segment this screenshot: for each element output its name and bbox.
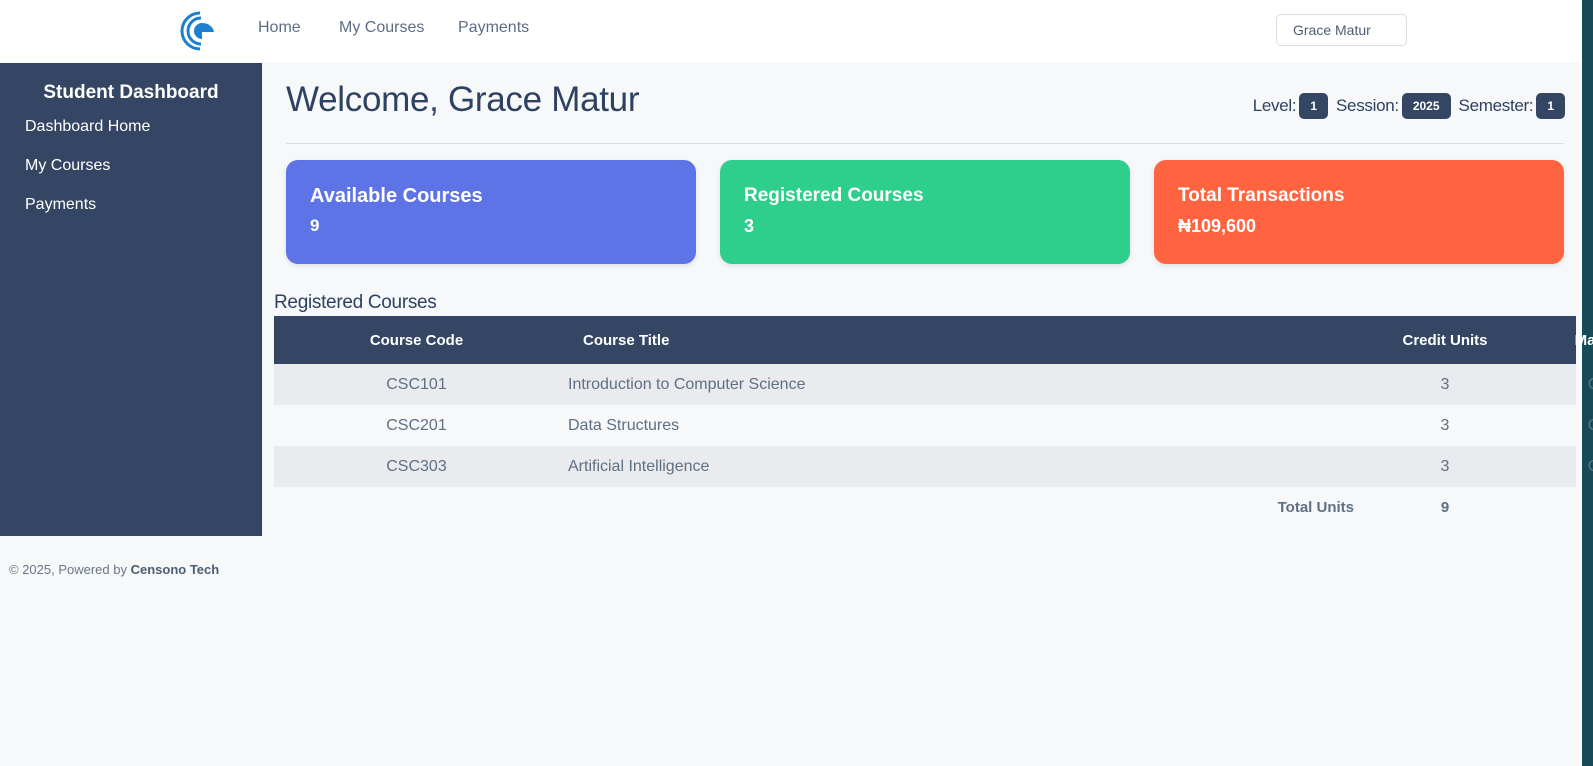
table-row: CSC303 Artificial Intelligence 3 Core bbox=[274, 446, 1593, 487]
footer-copyright: © 2025, Powered by bbox=[9, 562, 127, 577]
column-header-mandate: Mandate bbox=[1574, 331, 1593, 349]
page-title: Welcome, Grace Matur bbox=[286, 80, 640, 119]
brand-logo-icon[interactable] bbox=[178, 10, 218, 52]
total-units-value: 9 bbox=[1440, 499, 1450, 516]
sidebar: Student Dashboard Dashboard Home My Cour… bbox=[0, 63, 262, 536]
column-header-credit-units: Credit Units bbox=[1402, 331, 1488, 349]
table-row: CSC201 Data Structures 3 Core bbox=[274, 405, 1593, 446]
level-badge: 1 bbox=[1299, 93, 1329, 119]
available-courses-card: Available Courses 9 bbox=[286, 160, 696, 264]
section-title: Registered Courses bbox=[274, 292, 437, 313]
academic-info: Level: 1 Session: 2025 Semester: 1 bbox=[1253, 93, 1565, 119]
mandate-cell: Core bbox=[1526, 405, 1593, 446]
semester-badge: 1 bbox=[1536, 93, 1565, 119]
column-header-course-title: Course Title bbox=[583, 331, 670, 349]
sidebar-item-my-courses[interactable]: My Courses bbox=[25, 157, 110, 175]
table-row: CSC101 Introduction to Computer Science … bbox=[274, 364, 1593, 405]
card-value: 9 bbox=[310, 216, 320, 235]
card-title: Available Courses bbox=[310, 185, 483, 207]
footer: © 2025, Powered by Censono Tech bbox=[9, 562, 219, 577]
mandate-cell: Core bbox=[1526, 446, 1593, 487]
nav-my-courses-link[interactable]: My Courses bbox=[339, 19, 424, 37]
level-label: Level: bbox=[1252, 96, 1297, 115]
mandate-cell: Core bbox=[1526, 364, 1593, 405]
card-value: 3 bbox=[744, 216, 755, 236]
registered-courses-card: Registered Courses 3 bbox=[720, 160, 1130, 264]
course-code-cell: CSC201 bbox=[386, 416, 447, 434]
course-title-cell: Data Structures bbox=[568, 416, 680, 434]
registered-courses-table: Course Code Course Title Credit Units Ma… bbox=[274, 316, 1593, 528]
header-divider bbox=[286, 143, 1564, 144]
session-badge: 2025 bbox=[1401, 93, 1451, 119]
user-name: Grace Matur bbox=[1293, 22, 1371, 38]
sidebar-item-dashboard-home[interactable]: Dashboard Home bbox=[25, 118, 150, 136]
top-navbar: Home My Courses Payments Grace Matur bbox=[0, 0, 1582, 62]
semester-label: Semester: bbox=[1458, 96, 1534, 115]
card-title: Registered Courses bbox=[744, 185, 924, 206]
card-title: Total Transactions bbox=[1178, 185, 1345, 206]
total-transactions-card: Total Transactions ₦109,600 bbox=[1154, 160, 1564, 264]
table-total-row: Total Units 9 bbox=[274, 487, 1576, 528]
credit-units-cell: 3 bbox=[1440, 375, 1450, 393]
card-value: ₦109,600 bbox=[1178, 216, 1257, 236]
nav-payments-link[interactable]: Payments bbox=[458, 19, 529, 37]
course-code-cell: CSC101 bbox=[386, 375, 447, 393]
course-code-cell: CSC303 bbox=[386, 457, 447, 475]
column-header-course-code: Course Code bbox=[369, 331, 464, 349]
course-title-cell: Introduction to Computer Science bbox=[568, 375, 806, 393]
footer-brand-link[interactable]: Censono Tech bbox=[131, 562, 220, 577]
total-units-label: Total Units bbox=[1277, 499, 1354, 516]
sidebar-item-payments[interactable]: Payments bbox=[25, 196, 96, 214]
nav-home-link[interactable]: Home bbox=[258, 19, 301, 37]
course-title-cell: Artificial Intelligence bbox=[568, 457, 710, 475]
session-label: Session: bbox=[1336, 96, 1399, 115]
sidebar-title: Student Dashboard bbox=[43, 82, 219, 103]
table-header: Course Code Course Title Credit Units Ma… bbox=[274, 316, 1593, 364]
credit-units-cell: 3 bbox=[1440, 416, 1450, 434]
user-menu-button[interactable]: Grace Matur bbox=[1276, 14, 1407, 46]
credit-units-cell: 3 bbox=[1440, 457, 1450, 475]
